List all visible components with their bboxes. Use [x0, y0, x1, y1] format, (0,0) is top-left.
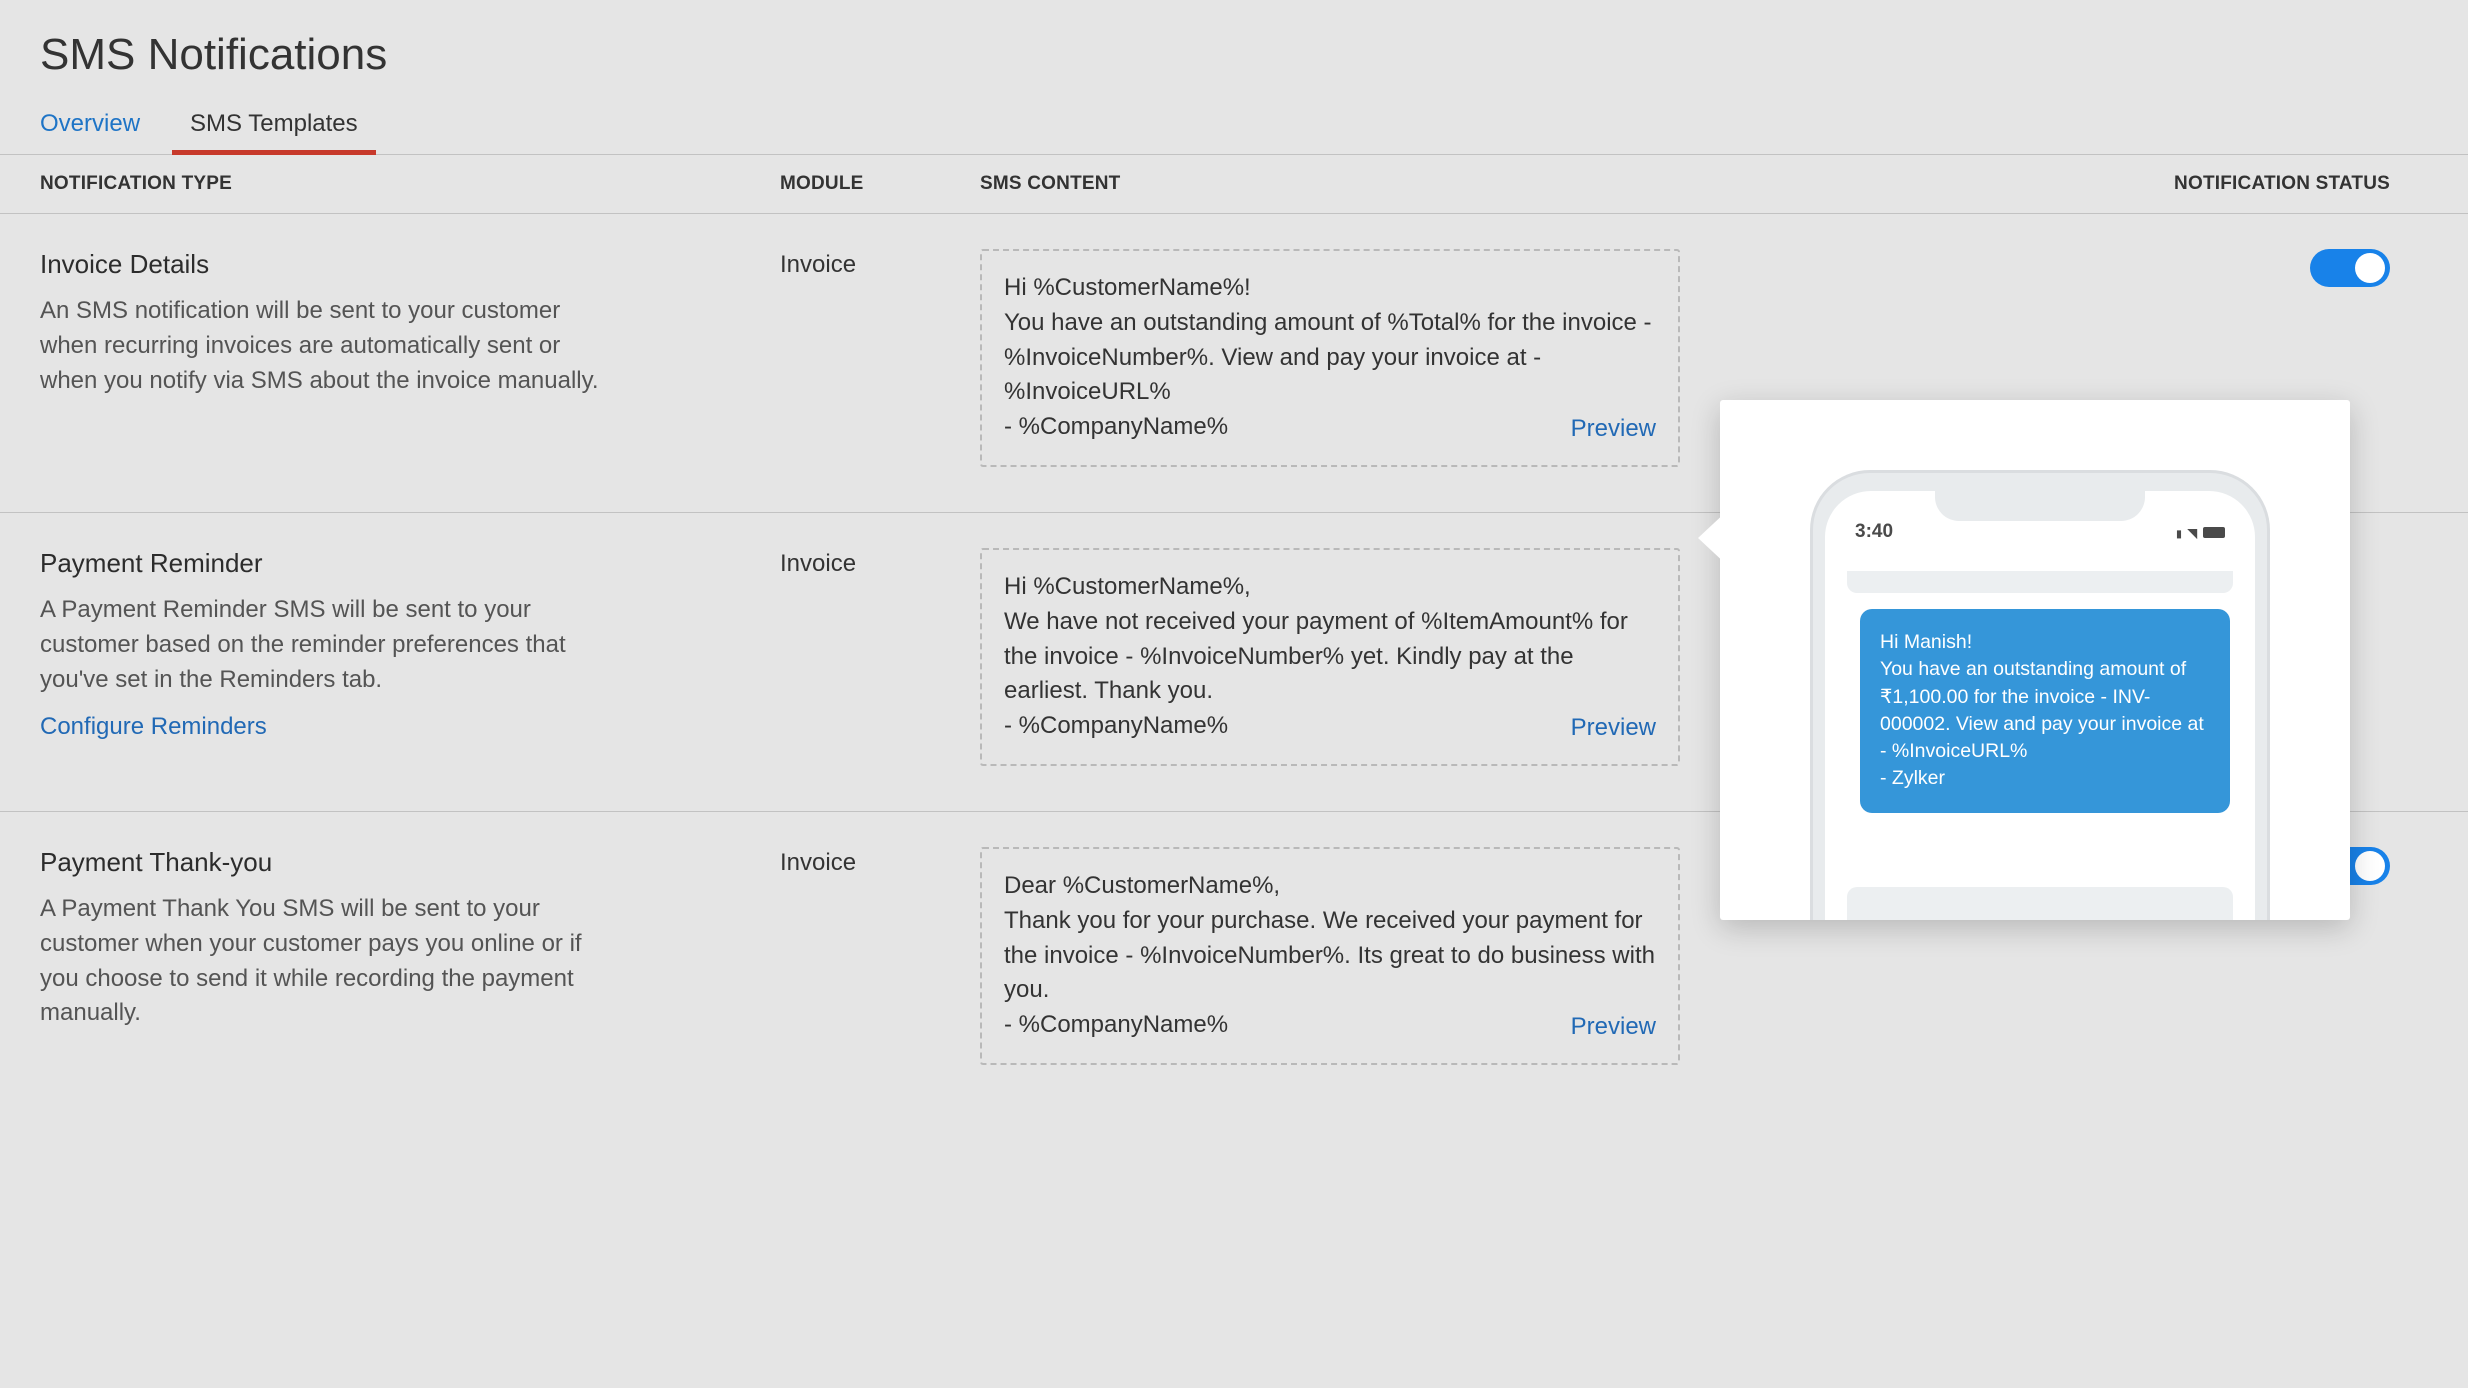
sms-signature: - %CompanyName% [1004, 1008, 1656, 1043]
sms-signature: - %CompanyName% [1004, 709, 1656, 744]
row-description: A Payment Reminder SMS will be sent to y… [40, 593, 620, 697]
row-title: Payment Reminder [40, 548, 780, 579]
sms-content-box[interactable]: Hi %CustomerName%, We have not received … [980, 548, 1680, 766]
row-title: Invoice Details [40, 249, 780, 280]
template-row-payment-thank-you: Payment Thank-you A Payment Thank You SM… [0, 812, 2468, 1110]
template-row-invoice-details: Invoice Details An SMS notification will… [0, 214, 2468, 513]
page-title: SMS Notifications [0, 0, 2468, 100]
sms-greeting: Hi %CustomerName%! [1004, 271, 1656, 306]
col-header-module: MODULE [780, 173, 980, 195]
row-module: Invoice [780, 548, 980, 766]
notification-toggle[interactable] [2310, 249, 2390, 287]
preview-link[interactable]: Preview [1571, 1010, 1656, 1045]
preview-link[interactable]: Preview [1571, 412, 1656, 447]
row-title: Payment Thank-you [40, 847, 780, 878]
row-description: An SMS notification will be sent to your… [40, 294, 620, 398]
sms-content-box[interactable]: Hi %CustomerName%! You have an outstandi… [980, 249, 1680, 467]
row-module: Invoice [780, 249, 980, 467]
row-module: Invoice [780, 847, 980, 1065]
sms-content-box[interactable]: Dear %CustomerName%, Thank you for your … [980, 847, 1680, 1065]
configure-reminders-link[interactable]: Configure Reminders [40, 713, 267, 741]
col-header-type: NOTIFICATION TYPE [40, 173, 780, 195]
table-header-row: NOTIFICATION TYPE MODULE SMS CONTENT NOT… [0, 155, 2468, 214]
preview-link[interactable]: Preview [1571, 711, 1656, 746]
template-row-payment-reminder: Payment Reminder A Payment Reminder SMS … [0, 513, 2468, 812]
notification-toggle[interactable] [2310, 847, 2390, 885]
sms-greeting: Dear %CustomerName%, [1004, 869, 1656, 904]
sms-signature: - %CompanyName% [1004, 410, 1656, 445]
sms-greeting: Hi %CustomerName%, [1004, 570, 1656, 605]
col-header-content: SMS CONTENT [980, 173, 2110, 195]
sms-body: We have not received your payment of %It… [1004, 605, 1656, 709]
tab-sms-templates[interactable]: SMS Templates [190, 100, 358, 154]
tab-bar: Overview SMS Templates [0, 100, 2468, 155]
sms-body: You have an outstanding amount of %Total… [1004, 306, 1656, 410]
col-header-status: NOTIFICATION STATUS [2110, 173, 2390, 195]
tab-overview[interactable]: Overview [40, 100, 140, 154]
row-description: A Payment Thank You SMS will be sent to … [40, 892, 620, 1031]
sms-body: Thank you for your purchase. We received… [1004, 904, 1656, 1008]
